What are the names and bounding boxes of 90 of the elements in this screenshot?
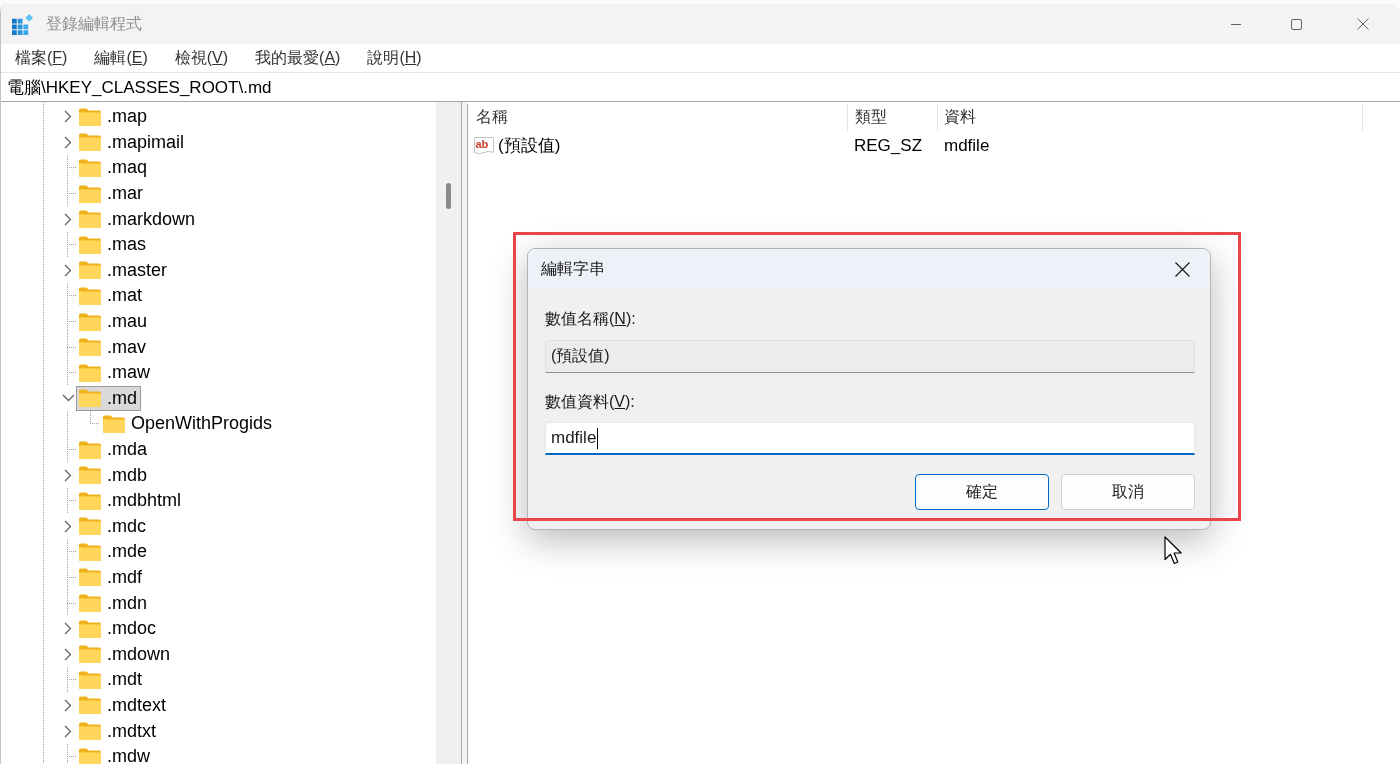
tree-item[interactable]: .mdf: [76, 565, 146, 590]
column-header[interactable]: 類型: [848, 104, 938, 131]
chevron-right-icon[interactable]: [64, 135, 72, 149]
folder-icon: [79, 747, 101, 764]
tree-item[interactable]: .mdw: [76, 744, 154, 764]
tree-item[interactable]: .mdt: [76, 667, 146, 693]
cancel-button[interactable]: 取消: [1061, 474, 1195, 510]
ok-button[interactable]: 確定: [915, 474, 1049, 510]
chevron-right-icon[interactable]: [64, 212, 72, 226]
tree-item[interactable]: .mapimail: [76, 129, 189, 155]
tree-item[interactable]: .mda: [76, 437, 152, 462]
maximize-icon: [1290, 18, 1302, 30]
folder-icon: [79, 645, 101, 664]
folder-icon: [79, 491, 101, 510]
tree-item[interactable]: .md: [76, 385, 141, 411]
chevron-right-icon[interactable]: [64, 468, 72, 482]
chevron-right-icon[interactable]: [64, 622, 72, 636]
input-field[interactable]: mdfile: [545, 422, 1195, 455]
tree-item[interactable]: .mdc: [76, 513, 150, 539]
value-data: mdfile: [944, 135, 990, 156]
tree-item[interactable]: OpenWithProgids: [100, 411, 277, 437]
folder-icon: [79, 363, 101, 382]
close-icon: [1357, 18, 1369, 30]
folder-icon: [79, 696, 101, 715]
tree-item[interactable]: .mas: [76, 232, 150, 258]
chevron-right-icon[interactable]: [64, 263, 72, 277]
folder-icon: [79, 542, 101, 561]
folder-icon: [79, 159, 101, 177]
menu-item[interactable]: 我的最愛(A): [253, 47, 343, 69]
folder-icon: [79, 312, 101, 331]
menu-item[interactable]: 編輯(E): [92, 47, 150, 69]
chevron-right-icon[interactable]: [64, 698, 72, 712]
folder-icon: [79, 568, 101, 587]
tree-item[interactable]: .mdtxt: [76, 718, 160, 744]
tree-item[interactable]: .markdown: [76, 206, 200, 232]
chevron-right-icon[interactable]: [64, 519, 72, 533]
window-title: 登錄編輯程式: [46, 13, 142, 34]
menu-item[interactable]: 檢視(V): [172, 47, 231, 69]
column-header[interactable]: 資料: [938, 104, 1363, 131]
chevron-right-icon[interactable]: [64, 647, 72, 661]
dialog-title: 編輯字串: [541, 259, 606, 279]
tree-item[interactable]: .mar: [76, 181, 147, 207]
folder-icon: [79, 440, 101, 459]
chevron-right-icon[interactable]: [64, 110, 72, 124]
folder-icon: [79, 107, 101, 126]
folder-icon: [79, 517, 101, 536]
tree-item[interactable]: .map: [76, 104, 152, 130]
scrollbar-thumb[interactable]: [446, 183, 451, 209]
folder-icon: [103, 414, 125, 433]
chevron-down-icon[interactable]: [61, 394, 75, 403]
close-icon: [1174, 262, 1190, 277]
tree-item[interactable]: .mdn: [76, 590, 152, 616]
tree-item[interactable]: .mde: [76, 539, 152, 565]
tree-item[interactable]: .mdown: [76, 641, 175, 667]
pointer-icon: [1164, 536, 1183, 565]
value-name: (預設值): [498, 135, 561, 157]
tree-item[interactable]: .maw: [76, 360, 154, 386]
tree-item[interactable]: .master: [76, 257, 171, 283]
tree-item[interactable]: .mav: [76, 334, 150, 360]
field-label: 數值名稱(N):: [545, 309, 637, 329]
tree-item[interactable]: .mdbhtml: [76, 488, 186, 514]
folder-icon: [79, 594, 101, 613]
folder-icon: [79, 466, 101, 485]
tree-item[interactable]: .mdtext: [76, 692, 171, 718]
ab-icon: ab: [473, 135, 495, 156]
chevron-right-icon[interactable]: [64, 724, 72, 738]
folder-icon: [79, 619, 101, 638]
folder-icon: [79, 286, 101, 305]
folder-icon: [79, 389, 101, 408]
tree-item[interactable]: .maq: [76, 155, 152, 181]
minimize-icon: [1231, 23, 1241, 25]
field-label: 數值資料(V):: [545, 392, 636, 412]
tree-item[interactable]: .mau: [76, 309, 152, 335]
blocks-icon: [12, 13, 33, 35]
folder-icon: [79, 261, 101, 280]
menu-item[interactable]: 說明(H): [365, 47, 424, 69]
tree-item[interactable]: .mat: [76, 283, 146, 309]
folder-icon: [79, 235, 101, 254]
value-type: REG_SZ: [854, 135, 923, 156]
folder-icon: [79, 184, 101, 203]
folder-icon: [79, 338, 101, 357]
column-header[interactable]: 名稱: [468, 104, 848, 131]
tree-item[interactable]: .mdb: [76, 462, 152, 488]
read-only-field[interactable]: (預設值): [545, 340, 1195, 373]
folder-icon: [79, 210, 101, 229]
folder-icon: [79, 133, 101, 152]
folder-icon: [79, 722, 101, 741]
menu-item[interactable]: 檔案(F): [13, 47, 70, 69]
tree-item[interactable]: .mdoc: [76, 616, 161, 642]
folder-icon: [79, 670, 101, 689]
